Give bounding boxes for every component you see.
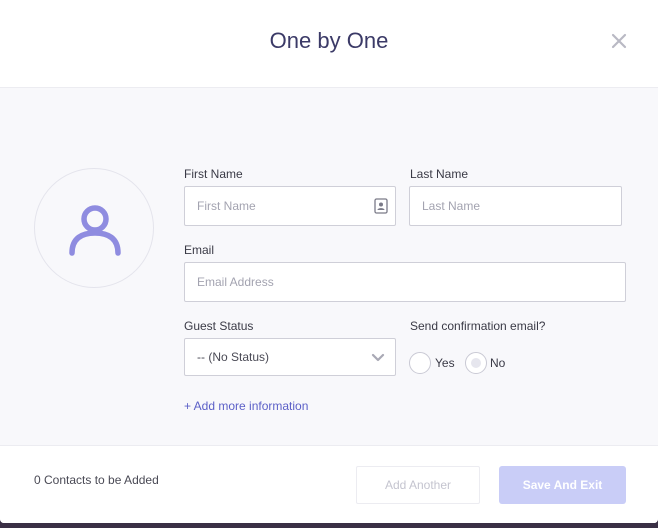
contact-card-icon[interactable] xyxy=(374,198,388,214)
radio-yes-label: Yes xyxy=(435,356,455,370)
avatar xyxy=(34,168,154,288)
guest-status-value: -- (No Status) xyxy=(197,350,270,364)
guest-status-label: Guest Status xyxy=(184,319,254,333)
add-more-information-link[interactable]: + Add more information xyxy=(184,399,308,413)
modal-footer: 0 Contacts to be Added Add Another Save … xyxy=(0,445,658,523)
user-icon xyxy=(69,205,121,256)
radio-yes[interactable] xyxy=(409,352,431,374)
save-and-exit-button[interactable]: Save And Exit xyxy=(499,466,626,504)
contacts-count: 0 Contacts to be Added xyxy=(34,473,159,487)
chevron-down-icon xyxy=(371,353,385,362)
first-name-field[interactable] xyxy=(184,186,396,226)
close-button[interactable] xyxy=(606,28,632,54)
modal-title: One by One xyxy=(269,28,389,53)
radio-no-label: No xyxy=(490,356,506,370)
modal-header: One by One xyxy=(0,0,658,88)
send-confirmation-label: Send confirmation email? xyxy=(410,319,546,333)
last-name-label: Last Name xyxy=(410,167,469,181)
add-another-button[interactable]: Add Another xyxy=(356,466,480,504)
first-name-label: First Name xyxy=(184,167,243,181)
email-field[interactable] xyxy=(184,262,626,302)
close-icon xyxy=(611,33,627,49)
guest-status-select[interactable]: -- (No Status) xyxy=(184,338,396,376)
email-label: Email xyxy=(184,243,215,257)
one-by-one-modal: One by One First Name Last Name Email Gu… xyxy=(0,0,658,523)
radio-no[interactable] xyxy=(465,352,487,374)
last-name-field[interactable] xyxy=(409,186,622,226)
